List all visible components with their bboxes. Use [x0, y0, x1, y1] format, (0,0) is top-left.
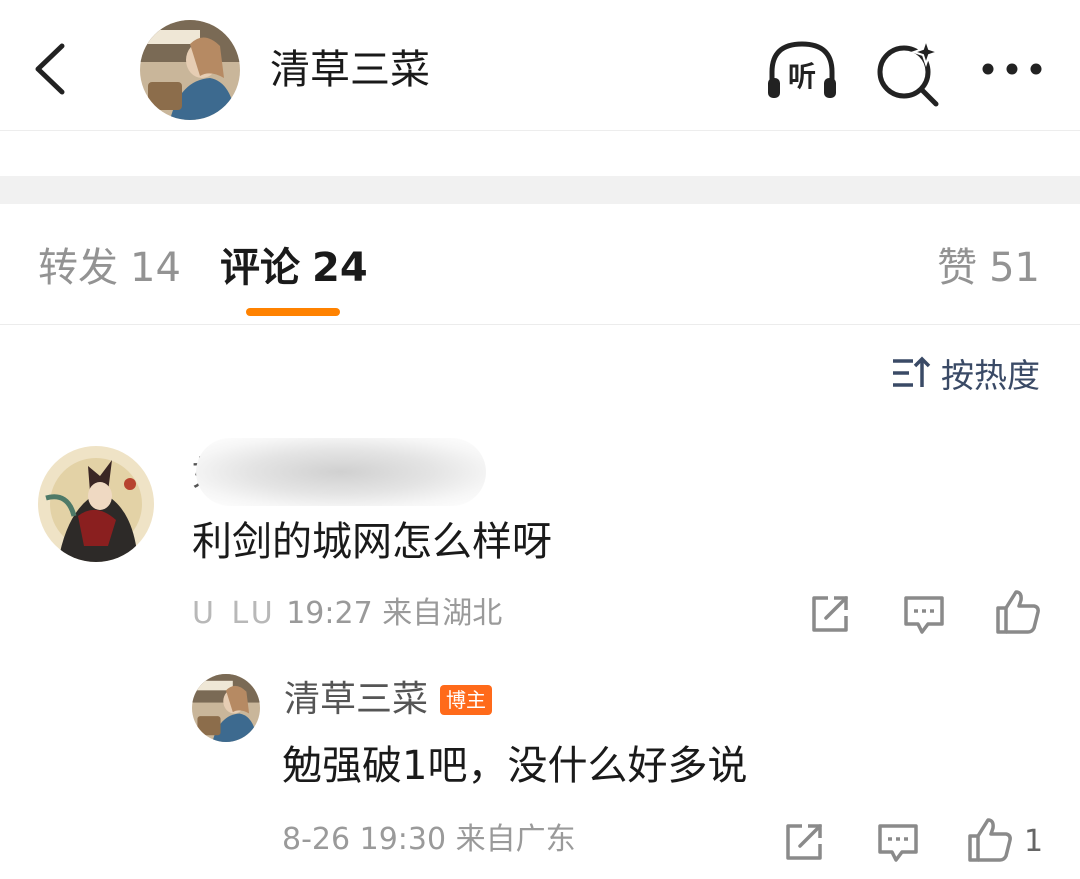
like-icon[interactable] — [994, 588, 1042, 636]
listen-label: 听 — [788, 60, 816, 93]
tab-comment-label: 评论 — [220, 245, 300, 291]
sort-by-hot-button[interactable]: 按热度 — [891, 348, 1040, 398]
more-dots-icon[interactable] — [978, 54, 1046, 84]
tab-comment[interactable]: 评论 24 — [220, 240, 368, 296]
tab-bar: 转发 14 评论 24 赞 51 — [0, 204, 1080, 325]
reply-time: 8-26 19:30 — [282, 822, 447, 857]
comment-time: 19:27 — [286, 596, 373, 631]
comment-meta-prefix: U LU — [192, 596, 277, 631]
reply-share-icon[interactable] — [780, 818, 828, 866]
comment-icon[interactable] — [900, 590, 948, 638]
section-divider — [0, 176, 1080, 204]
headphone-listen-icon[interactable]: 听 — [762, 34, 842, 106]
tab-like[interactable]: 赞 51 — [937, 240, 1040, 296]
tab-like-label: 赞 — [937, 245, 978, 291]
tab-repost-label: 转发 — [38, 245, 118, 291]
weibo-comment-page: 清草三菜 听 转发 14 评论 24 赞 51 按热度 利剑的城网怎么样呀 U … — [0, 0, 1080, 879]
share-icon[interactable] — [806, 590, 854, 638]
comment-location: 来自湖北 — [382, 596, 503, 631]
commenter-avatar[interactable] — [38, 446, 154, 562]
sort-label: 按热度 — [941, 356, 1040, 395]
avatar[interactable] — [140, 20, 240, 120]
tab-like-count: 51 — [989, 245, 1040, 291]
page-title: 清草三菜 — [270, 47, 430, 93]
reply-avatar[interactable] — [192, 674, 260, 742]
tab-repost[interactable]: 转发 14 — [38, 240, 181, 296]
reply-text: 勉强破1吧，没什么好多说 — [282, 743, 748, 789]
reply-comment-icon[interactable] — [874, 818, 922, 866]
reply-author[interactable]: 清草三菜 博主 — [284, 676, 493, 724]
comment-text: 利剑的城网怎么样呀 — [192, 519, 552, 565]
blogger-badge: 博主 — [440, 685, 493, 715]
blurred-username — [196, 438, 486, 506]
tab-repost-count: 14 — [130, 245, 181, 291]
tab-comment-count: 24 — [312, 245, 368, 291]
reply-location: 来自广东 — [455, 822, 576, 857]
comment-meta: U LU 19:27 来自湖北 — [192, 594, 502, 634]
search-sparkle-icon[interactable] — [872, 36, 944, 108]
reply-like-icon[interactable] — [966, 816, 1014, 864]
reply-like-count: 1 — [1024, 824, 1044, 859]
active-tab-indicator — [246, 308, 340, 316]
header-bar: 清草三菜 听 — [0, 0, 1080, 131]
reply-author-name: 清草三菜 — [284, 679, 429, 720]
sort-icon — [893, 356, 931, 387]
chevron-left-icon[interactable] — [28, 40, 72, 98]
reply-meta: 8-26 19:30 来自广东 — [282, 820, 576, 860]
